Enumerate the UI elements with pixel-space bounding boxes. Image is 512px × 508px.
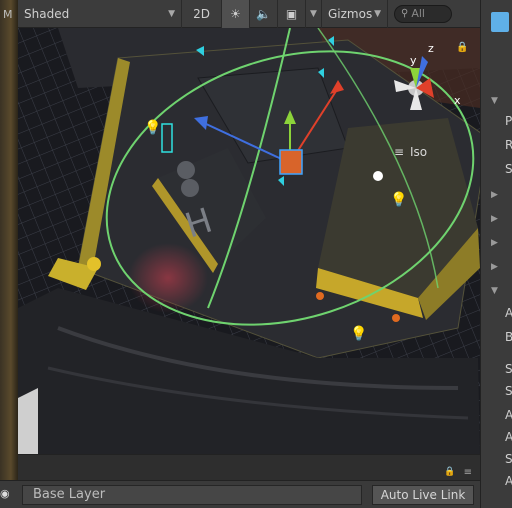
scene-lock-icon[interactable]: 🔒 (456, 41, 468, 53)
orientation-y-label: y (410, 54, 417, 67)
light-icon[interactable]: 💡 (144, 119, 161, 136)
cube-icon (491, 12, 509, 32)
scene-viewport[interactable]: H 💡 💡 💡 x y z ≡ Iso 🔒 (18, 28, 480, 454)
inspector-label: B (505, 330, 512, 344)
scene-search-input[interactable]: ⚲ All (394, 4, 452, 23)
selected-object[interactable] (279, 149, 303, 175)
lock-icon[interactable]: 🔒 (444, 467, 455, 477)
inspector-label: S (505, 452, 512, 466)
inspector-label: S (505, 362, 512, 376)
eye-icon[interactable]: ◉ (0, 487, 12, 501)
foldout-icon[interactable]: ▶ (491, 238, 498, 248)
animator-header: 🔒 ≡ (18, 454, 480, 480)
gizmos-dropdown[interactable]: Gizmos ▼ (322, 0, 388, 28)
sun-icon: ☀ (230, 6, 241, 21)
light-icon[interactable]: 💡 (350, 325, 367, 342)
base-layer-tab[interactable]: Base Layer (22, 485, 362, 505)
effects-toggle[interactable]: ▣ (278, 0, 306, 28)
mode-2d-label: 2D (193, 6, 210, 21)
gizmos-label: Gizmos (328, 6, 373, 21)
inspector-label: S (505, 162, 512, 176)
speaker-icon: 🔈 (256, 6, 271, 21)
inspector-label: A (505, 430, 512, 444)
projection-menu-icon[interactable]: ≡ (394, 145, 404, 159)
chevron-down-icon: ▼ (374, 8, 381, 19)
chevron-down-icon: ▼ (168, 8, 175, 19)
left-panel-edge: M (0, 0, 18, 480)
animator-toolbar: ◉ Base Layer Auto Live Link (0, 480, 480, 508)
scene-toolbar: Shaded ▼ 2D ☀ 🔈 ▣ ▼ Gizmos ▼ ⚲ All (18, 0, 480, 28)
shading-mode-label: Shaded (24, 6, 70, 21)
foldout-icon[interactable]: ▼ (491, 286, 498, 296)
mode-2d-toggle[interactable]: 2D (182, 0, 222, 28)
orientation-x-label: x (454, 94, 461, 107)
inspector-label: P (505, 114, 512, 128)
foldout-icon[interactable]: ▶ (491, 262, 498, 272)
scene-render: H 💡 💡 💡 x y z ≡ Iso 🔒 (18, 28, 480, 454)
audio-toggle[interactable]: 🔈 (250, 0, 278, 28)
inspector-label: A (505, 408, 512, 422)
light-icon[interactable]: 💡 (390, 191, 407, 208)
search-icon: ⚲ (401, 8, 409, 19)
prop-orange (316, 292, 324, 300)
prop-orange (392, 314, 400, 322)
effects-dropdown[interactable]: ▼ (306, 0, 322, 28)
orientation-z-label: z (428, 42, 434, 55)
inspector-label: R (505, 138, 512, 152)
inspector-label: A (505, 306, 512, 320)
vent-fan-1 (177, 161, 195, 179)
menu-icon[interactable]: ≡ (464, 467, 472, 478)
pink-light-glow (128, 243, 208, 313)
audio-source-icon[interactable] (87, 257, 101, 271)
image-effects-icon: ▣ (285, 6, 298, 21)
lighting-toggle[interactable]: ☀ (222, 0, 250, 28)
left-floor-tile (18, 388, 38, 454)
foldout-icon[interactable]: ▶ (491, 190, 498, 200)
vent-fan-2 (181, 179, 199, 197)
left-panel-letter: M (3, 8, 13, 21)
inspector-panel: ▼ P R S ▶ ▶ ▶ ▶ ▼ A B S S A A S A (480, 0, 512, 508)
foldout-icon[interactable]: ▼ (491, 96, 498, 106)
projection-label[interactable]: Iso (410, 145, 427, 159)
cloud-icon[interactable] (373, 171, 383, 181)
inspector-label: S (505, 384, 512, 398)
inspector-label: A (505, 474, 512, 488)
foldout-icon[interactable]: ▶ (491, 214, 498, 224)
chevron-down-icon: ▼ (310, 8, 317, 19)
shading-mode-dropdown[interactable]: Shaded ▼ (18, 0, 182, 28)
search-placeholder: All (411, 7, 425, 20)
auto-live-link-button[interactable]: Auto Live Link (372, 485, 474, 505)
